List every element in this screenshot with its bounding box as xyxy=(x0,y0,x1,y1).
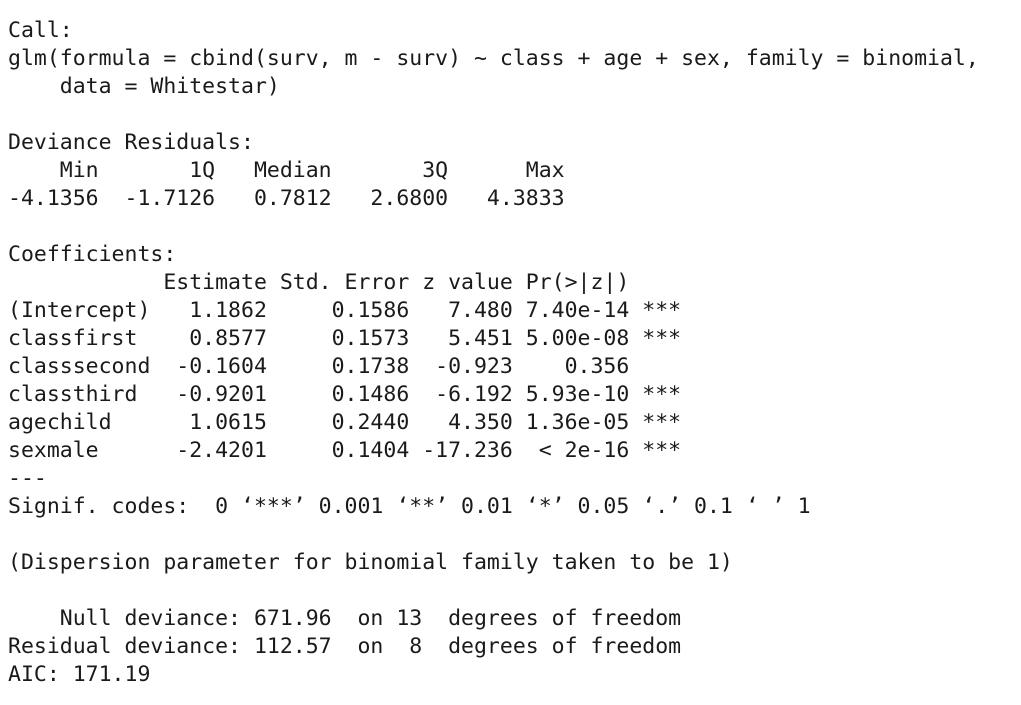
coefficient-row-classthird: classthird -0.9201 0.1486 -6.192 5.93e-1… xyxy=(8,382,682,407)
coefficient-row-classsecond: classsecond -0.1604 0.1738 -0.923 0.356 xyxy=(8,354,682,379)
call-data-line: data = Whitestar) xyxy=(8,74,280,99)
deviance-residuals-values: -4.1356 -1.7126 0.7812 2.6800 4.3833 xyxy=(8,186,591,211)
r-console-output: Call: glm(formula = cbind(surv, m - surv… xyxy=(8,17,1013,689)
coefficients-column-headers: Estimate Std. Error z value Pr(>|z|) xyxy=(8,270,682,295)
coefficient-row-agechild: agechild 1.0615 0.2440 4.350 1.36e-05 **… xyxy=(8,410,682,435)
deviance-residuals-labels: Min 1Q Median 3Q Max xyxy=(8,158,591,183)
residual-deviance: Residual deviance: 112.57 on 8 degrees o… xyxy=(8,634,682,659)
null-deviance: Null deviance: 671.96 on 13 degrees of f… xyxy=(8,606,682,631)
coefficients-header: Coefficients: xyxy=(8,242,177,267)
separator-line: --- xyxy=(8,466,47,491)
significance-codes: Signif. codes: 0 ‘***’ 0.001 ‘**’ 0.01 ‘… xyxy=(8,494,811,519)
coefficient-row-intercept: (Intercept) 1.1862 0.1586 7.480 7.40e-14… xyxy=(8,298,682,323)
deviance-residuals-header: Deviance Residuals: xyxy=(8,130,254,155)
dispersion-note: (Dispersion parameter for binomial famil… xyxy=(8,550,733,575)
call-header: Call: xyxy=(8,18,73,43)
coefficient-row-classfirst: classfirst 0.8577 0.1573 5.451 5.00e-08 … xyxy=(8,326,682,351)
call-formula-line: glm(formula = cbind(surv, m - surv) ~ cl… xyxy=(8,46,979,71)
aic-value: AIC: 171.19 xyxy=(8,662,151,687)
coefficient-row-sexmale: sexmale -2.4201 0.1404 -17.236 < 2e-16 *… xyxy=(8,438,682,463)
